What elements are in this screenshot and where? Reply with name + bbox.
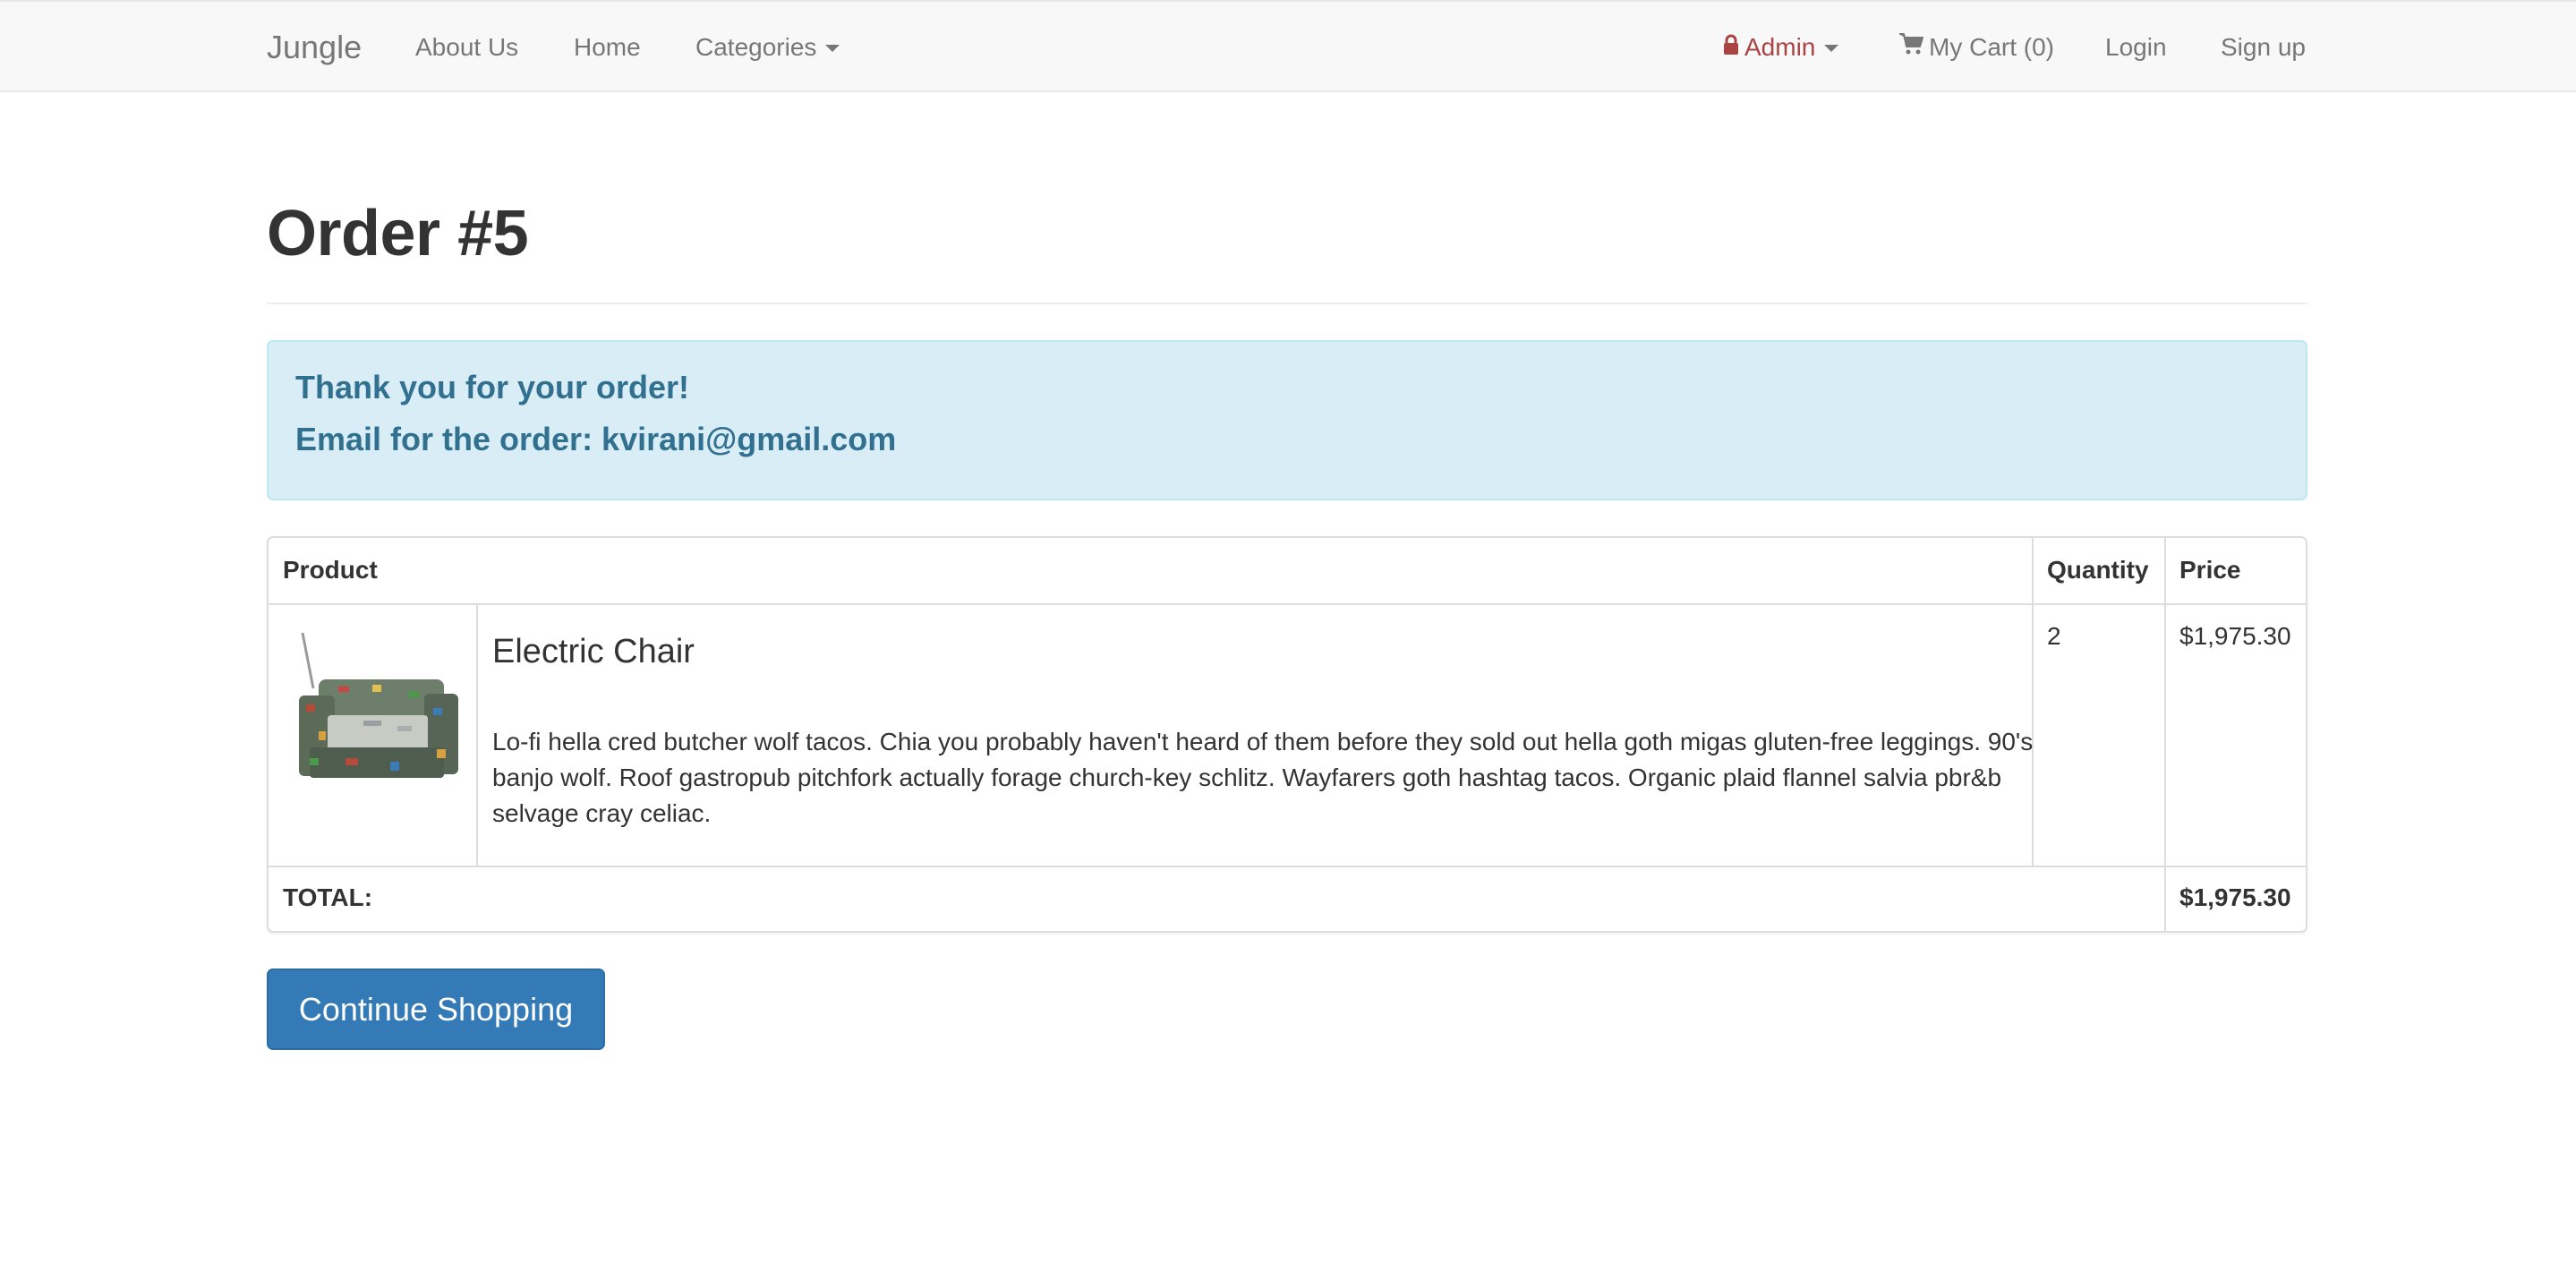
order-items-table: Product Quantity Price Electric Chair Lo…	[267, 536, 2307, 933]
nav-home[interactable]: Home	[574, 2, 641, 92]
nav-categories-label: Categories	[695, 32, 817, 61]
continue-shopping-button[interactable]: Continue Shopping	[267, 969, 605, 1050]
nav-about-us[interactable]: About Us	[415, 2, 518, 92]
chevron-down-icon	[1824, 45, 1839, 52]
nav-my-cart[interactable]: My Cart (0)	[1898, 2, 2054, 92]
nav-sign-up[interactable]: Sign up	[2221, 2, 2306, 92]
header-price: Price	[2179, 556, 2241, 584]
header-product: Product	[283, 556, 378, 584]
brand-link[interactable]: Jungle	[267, 2, 362, 92]
product-price: $1,975.30	[2179, 622, 2291, 650]
lock-icon	[1723, 33, 1739, 62]
table-divider	[269, 866, 2306, 867]
product-image-electric-chair	[283, 615, 462, 794]
product-description: Lo-fi hella cred butcher wolf tacos. Chi…	[492, 728, 2034, 827]
nav-admin-dropdown[interactable]: Admin	[1723, 2, 1839, 92]
nav-categories-dropdown[interactable]: Categories	[695, 2, 840, 92]
product-name: Electric Chair	[492, 633, 695, 670]
table-divider	[269, 603, 2306, 605]
shopping-cart-icon	[1898, 32, 1923, 62]
total-label: TOTAL:	[283, 883, 373, 911]
nav-admin-label: Admin	[1744, 32, 1816, 61]
chevron-down-icon	[825, 45, 840, 52]
navbar: Jungle About Us Home Categories Admin My…	[0, 0, 2576, 92]
page-title: Order #5	[267, 198, 529, 269]
nav-cart-label: My Cart (0)	[1929, 32, 2054, 61]
table-divider	[476, 603, 478, 866]
product-quantity: 2	[2047, 622, 2061, 650]
total-value: $1,975.30	[2179, 883, 2291, 911]
order-confirmation-alert: Thank you for your order! Email for the …	[267, 340, 2307, 500]
alert-email-text: Email for the order: kvirani@gmail.com	[295, 421, 897, 457]
alert-thanks-text: Thank you for your order!	[295, 369, 690, 405]
header-quantity: Quantity	[2047, 556, 2149, 584]
title-divider	[267, 303, 2307, 304]
table-divider	[2164, 538, 2166, 931]
nav-login[interactable]: Login	[2105, 2, 2167, 92]
